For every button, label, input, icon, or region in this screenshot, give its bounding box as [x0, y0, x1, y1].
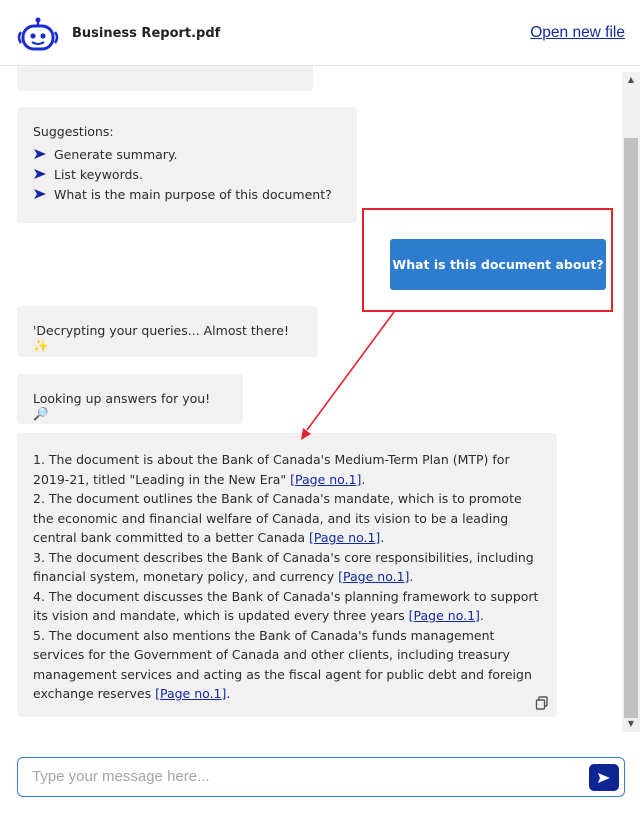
suggestion-label: Generate summary.	[54, 146, 178, 162]
suggestions-bubble: Suggestions: Generate summary. List keyw…	[17, 107, 357, 223]
answer-point: 4. The document discusses the Bank of Ca…	[33, 588, 539, 624]
send-arrow-icon	[34, 169, 46, 179]
suggestion-item[interactable]: List keywords.	[33, 164, 341, 184]
page-reference-link[interactable]: [Page no.1]	[338, 569, 409, 584]
answer-point: 3. The document describes the Bank of Ca…	[33, 549, 534, 585]
header: Business Report.pdf Open new file	[0, 0, 640, 66]
annotation-highlight-box	[362, 208, 613, 312]
suggestion-label: List keywords.	[54, 166, 143, 182]
chat-messages[interactable]: Suggestions: Generate summary. List keyw…	[0, 66, 622, 732]
scrollbar-thumb[interactable]	[624, 138, 638, 718]
suggestion-item[interactable]: What is the main purpose of this documen…	[33, 184, 341, 204]
status-message-thinking: 'Decrypting your queries... Almost there…	[17, 306, 318, 357]
copy-icon[interactable]	[535, 696, 549, 710]
scroll-up-arrow-icon[interactable]: ▲	[622, 72, 640, 88]
answer-point-text: 1. The document is about the Bank of Can…	[33, 452, 510, 487]
answer-point-text: 3. The document describes the Bank of Ca…	[33, 549, 534, 585]
previous-message-bubble	[17, 66, 313, 91]
open-new-file-link[interactable]: Open new file	[530, 24, 625, 42]
status-message-lookup: Looking up answers for you! 🔎	[17, 374, 243, 424]
send-button[interactable]	[589, 764, 619, 791]
message-composer	[17, 757, 625, 797]
robot-face-icon	[17, 17, 59, 51]
scroll-down-arrow-icon[interactable]: ▼	[622, 716, 640, 732]
answer-point: 1. The document is about the Bank of Can…	[33, 452, 510, 487]
page-reference-link[interactable]: [Page no.1]	[155, 686, 226, 701]
message-input[interactable]	[32, 758, 582, 795]
page-reference-link[interactable]: [Page no.1]	[409, 608, 480, 623]
page-reference-link[interactable]: [Page no.1]	[309, 530, 380, 545]
answer-point: 5. The document also mentions the Bank o…	[33, 627, 532, 702]
answer-point: 2. The document outlines the Bank of Can…	[33, 491, 522, 545]
send-arrow-icon	[34, 189, 46, 199]
chat-scrollbar[interactable]: ▲ ▼	[622, 72, 640, 732]
file-name: Business Report.pdf	[72, 26, 221, 41]
chat-app: Business Report.pdf Open new file Sugges…	[0, 0, 640, 836]
suggestions-title: Suggestions:	[33, 124, 114, 139]
page-reference-link[interactable]: [Page no.1]	[290, 472, 361, 487]
answer-point-text: 2. The document outlines the Bank of Can…	[33, 491, 522, 545]
answer-bubble: 1. The document is about the Bank of Can…	[17, 433, 557, 717]
answer-point-text: 5. The document also mentions the Bank o…	[33, 627, 532, 702]
send-arrow-icon	[34, 149, 46, 159]
suggestion-label: What is the main purpose of this documen…	[54, 186, 332, 202]
send-icon	[598, 772, 610, 783]
suggestion-item[interactable]: Generate summary.	[33, 144, 341, 164]
